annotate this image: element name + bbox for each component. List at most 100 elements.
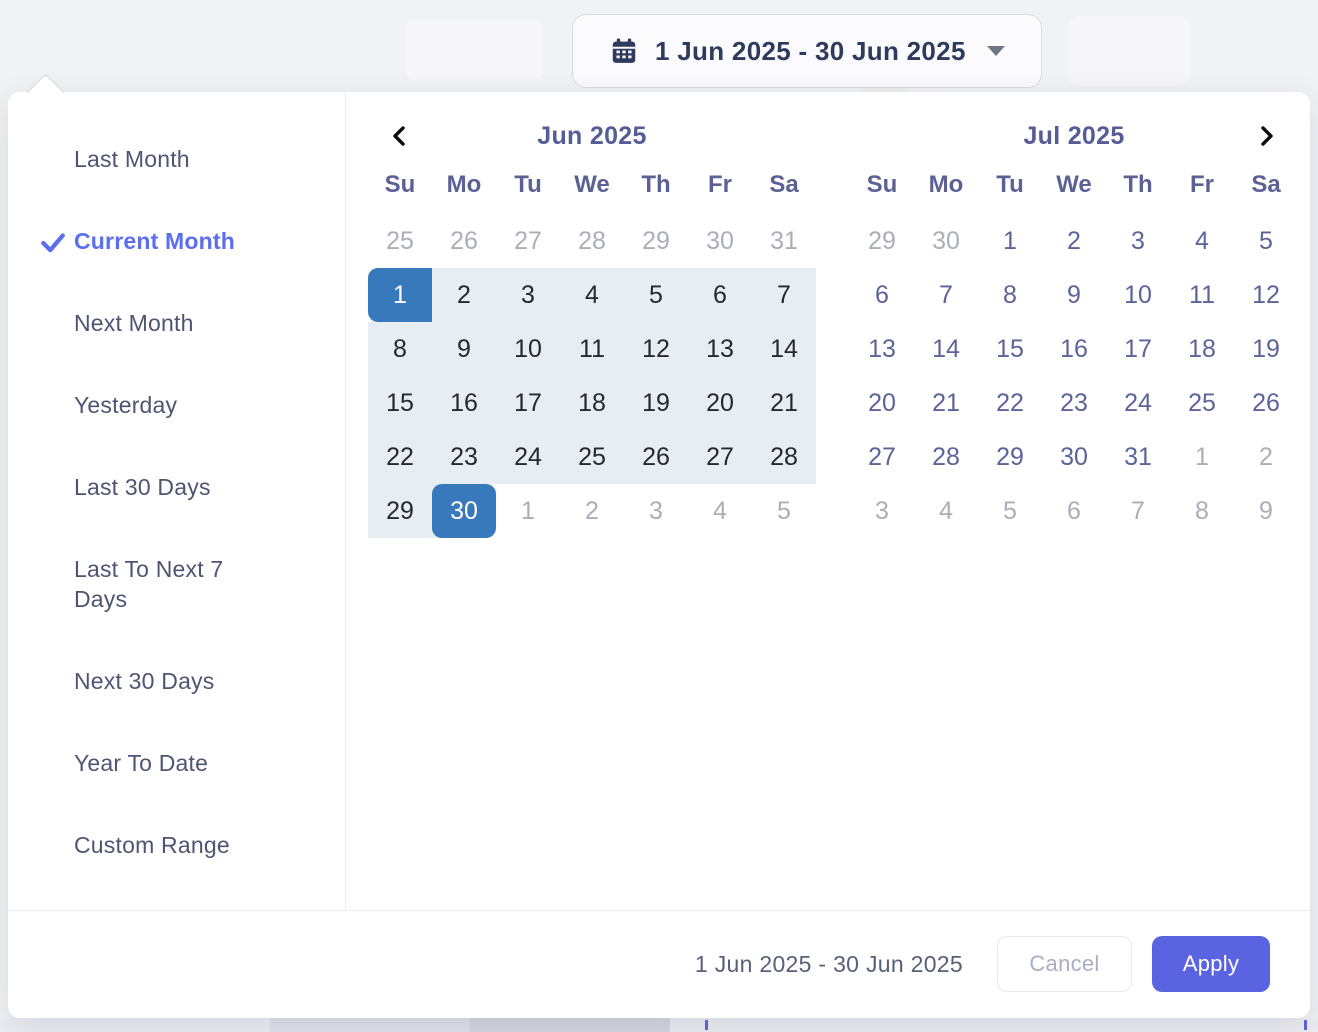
day-cell[interactable]: 12 (624, 322, 688, 376)
day-cell[interactable]: 9 (1234, 484, 1298, 538)
day-cell[interactable]: 14 (752, 322, 816, 376)
day-cell[interactable]: 31 (752, 214, 816, 268)
day-cell[interactable]: 3 (496, 268, 560, 322)
day-cell[interactable]: 8 (368, 322, 432, 376)
day-cell[interactable]: 29 (368, 484, 432, 538)
day-cell[interactable]: 30 (1042, 430, 1106, 484)
day-cell[interactable]: 23 (432, 430, 496, 484)
day-cell[interactable]: 19 (624, 376, 688, 430)
day-cell[interactable]: 21 (752, 376, 816, 430)
day-cell[interactable]: 22 (368, 430, 432, 484)
day-number: 4 (713, 497, 727, 526)
day-cell[interactable]: 30 (914, 214, 978, 268)
preset-item-last-month[interactable]: Last Month (8, 118, 345, 200)
day-cell[interactable]: 27 (850, 430, 914, 484)
preset-item-year-to-date[interactable]: Year To Date (8, 722, 345, 804)
day-cell[interactable]: 18 (1170, 322, 1234, 376)
day-cell[interactable]: 5 (1234, 214, 1298, 268)
day-cell[interactable]: 29 (850, 214, 914, 268)
day-cell[interactable]: 6 (1042, 484, 1106, 538)
day-cell[interactable]: 3 (624, 484, 688, 538)
day-cell[interactable]: 30 (432, 484, 496, 538)
day-cell[interactable]: 25 (368, 214, 432, 268)
day-cell[interactable]: 25 (560, 430, 624, 484)
day-cell[interactable]: 9 (1042, 268, 1106, 322)
day-cell[interactable]: 9 (432, 322, 496, 376)
day-cell[interactable]: 17 (1106, 322, 1170, 376)
day-cell[interactable]: 1 (368, 268, 432, 322)
day-cell[interactable]: 2 (432, 268, 496, 322)
day-cell[interactable]: 28 (752, 430, 816, 484)
day-cell[interactable]: 5 (624, 268, 688, 322)
day-cell[interactable]: 25 (1170, 376, 1234, 430)
next-month-button[interactable] (1234, 118, 1298, 154)
day-cell[interactable]: 6 (850, 268, 914, 322)
day-cell[interactable]: 23 (1042, 376, 1106, 430)
day-cell[interactable]: 13 (850, 322, 914, 376)
day-cell[interactable]: 26 (1234, 376, 1298, 430)
day-cell[interactable]: 16 (432, 376, 496, 430)
preset-item-last-to-next-7-days[interactable]: Last To Next 7 Days (8, 528, 345, 640)
day-cell[interactable]: 15 (978, 322, 1042, 376)
day-cell[interactable]: 26 (432, 214, 496, 268)
day-cell[interactable]: 8 (1170, 484, 1234, 538)
day-cell[interactable]: 31 (1106, 430, 1170, 484)
day-cell[interactable]: 19 (1234, 322, 1298, 376)
preset-item-next-month[interactable]: Next Month (8, 282, 345, 364)
day-cell[interactable]: 13 (688, 322, 752, 376)
day-cell[interactable]: 30 (688, 214, 752, 268)
day-cell[interactable]: 10 (1106, 268, 1170, 322)
day-cell[interactable]: 24 (1106, 376, 1170, 430)
day-cell[interactable]: 3 (850, 484, 914, 538)
day-cell[interactable]: 29 (624, 214, 688, 268)
preset-item-current-month[interactable]: Current Month (8, 200, 345, 282)
preset-item-custom-range[interactable]: Custom Range (8, 804, 345, 886)
preset-item-yesterday[interactable]: Yesterday (8, 364, 345, 446)
day-cell[interactable]: 1 (978, 214, 1042, 268)
day-cell[interactable]: 4 (688, 484, 752, 538)
day-cell[interactable]: 5 (978, 484, 1042, 538)
day-cell[interactable]: 7 (1106, 484, 1170, 538)
day-cell[interactable]: 5 (752, 484, 816, 538)
day-cell[interactable]: 21 (914, 376, 978, 430)
day-cell[interactable]: 28 (560, 214, 624, 268)
prev-month-button[interactable] (368, 118, 432, 154)
preset-item-next-30-days[interactable]: Next 30 Days (8, 640, 345, 722)
day-cell[interactable]: 17 (496, 376, 560, 430)
day-cell[interactable]: 27 (496, 214, 560, 268)
day-cell[interactable]: 14 (914, 322, 978, 376)
day-cell[interactable]: 6 (688, 268, 752, 322)
preset-label: Yesterday (74, 390, 256, 420)
day-cell[interactable]: 29 (978, 430, 1042, 484)
cancel-button[interactable]: Cancel (997, 936, 1132, 992)
day-cell[interactable]: 10 (496, 322, 560, 376)
day-cell[interactable]: 11 (1170, 268, 1234, 322)
day-cell[interactable]: 4 (1170, 214, 1234, 268)
day-cell[interactable]: 28 (914, 430, 978, 484)
day-cell[interactable]: 4 (914, 484, 978, 538)
day-cell[interactable]: 1 (496, 484, 560, 538)
day-cell[interactable]: 11 (560, 322, 624, 376)
day-cell[interactable]: 24 (496, 430, 560, 484)
day-cell[interactable]: 4 (560, 268, 624, 322)
day-cell[interactable]: 1 (1170, 430, 1234, 484)
day-cell[interactable]: 15 (368, 376, 432, 430)
day-cell[interactable]: 7 (914, 268, 978, 322)
preset-item-last-30-days[interactable]: Last 30 Days (8, 446, 345, 528)
day-cell[interactable]: 2 (560, 484, 624, 538)
day-cell[interactable]: 16 (1042, 322, 1106, 376)
day-cell[interactable]: 2 (1042, 214, 1106, 268)
day-cell[interactable]: 12 (1234, 268, 1298, 322)
date-range-trigger-button[interactable]: 1 Jun 2025 - 30 Jun 2025 (572, 14, 1042, 88)
apply-button[interactable]: Apply (1152, 936, 1270, 992)
day-cell[interactable]: 20 (688, 376, 752, 430)
day-cell[interactable]: 2 (1234, 430, 1298, 484)
day-cell[interactable]: 20 (850, 376, 914, 430)
day-cell[interactable]: 8 (978, 268, 1042, 322)
day-cell[interactable]: 27 (688, 430, 752, 484)
day-cell[interactable]: 18 (560, 376, 624, 430)
day-cell[interactable]: 22 (978, 376, 1042, 430)
day-cell[interactable]: 3 (1106, 214, 1170, 268)
day-cell[interactable]: 26 (624, 430, 688, 484)
day-cell[interactable]: 7 (752, 268, 816, 322)
